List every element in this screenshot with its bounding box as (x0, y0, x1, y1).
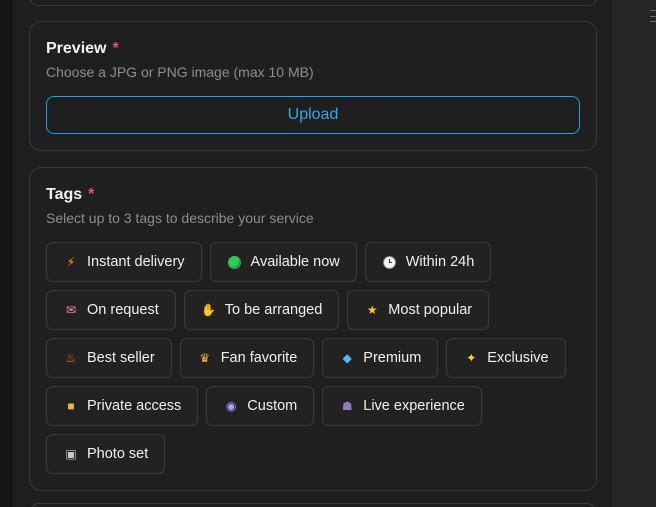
tag-custom[interactable]: ◉ Custom (206, 386, 315, 426)
tags-title: Tags * (46, 186, 94, 204)
handshake-icon: ✋ (201, 303, 217, 317)
preview-title: Preview * (46, 40, 119, 58)
tag-live-experience[interactable]: ☗ Live experience (322, 386, 482, 426)
green-dot-icon (227, 254, 243, 270)
tag-label: Within 24h (405, 254, 475, 270)
tag-private-access[interactable]: ■ Private access (46, 386, 199, 426)
clock-icon (382, 254, 398, 270)
tag-label: Custom (247, 398, 298, 414)
mask-icon: ☗ (341, 399, 353, 413)
right-sidebar (613, 0, 656, 507)
tag-label: Fan favorite (220, 350, 298, 366)
next-card (29, 503, 597, 507)
tag-photo-set[interactable]: ▣ Photo set (46, 434, 166, 474)
sparkles-icon: ✦ (466, 351, 477, 365)
tag-premium[interactable]: ◆ Premium (322, 338, 439, 378)
tag-label: Most popular (388, 302, 473, 318)
star-icon: ★ (366, 303, 378, 317)
tag-most-popular[interactable]: ★ Most popular (347, 290, 490, 330)
tag-label: Photo set (87, 446, 149, 462)
tag-label: On request (87, 302, 159, 318)
fire-icon: ♨ (65, 351, 77, 365)
tags-title-text: Tags (46, 186, 83, 203)
preview-card: Preview * Choose a JPG or PNG image (max … (29, 21, 597, 151)
tag-label: Available now (250, 254, 340, 270)
tag-instant-delivery[interactable]: ⚡ Instant delivery (46, 242, 202, 282)
left-gutter (0, 0, 13, 507)
crown-icon: ♛ (199, 351, 211, 365)
tag-label: Instant delivery (87, 254, 185, 270)
previous-card (29, 0, 597, 6)
lightning-icon: ⚡ (66, 255, 76, 269)
tags-card: Tags * Select up to 3 tags to describe yo… (29, 167, 597, 491)
required-mark: * (88, 186, 95, 203)
tag-available-now[interactable]: Available now (209, 242, 357, 282)
tag-list: ⚡ Instant delivery Available now Within … (46, 242, 586, 474)
tag-on-request[interactable]: ✉ On request (46, 290, 176, 330)
tag-fan-favorite[interactable]: ♛ Fan favorite (179, 338, 315, 378)
mailbox-icon: ✉ (65, 303, 77, 317)
tags-subtitle: Select up to 3 tags to describe your ser… (46, 210, 314, 226)
preview-subtitle: Choose a JPG or PNG image (max 10 MB) (46, 64, 314, 80)
tag-label: Best seller (87, 350, 155, 366)
tag-best-seller[interactable]: ♨ Best seller (46, 338, 172, 378)
preview-title-text: Preview (46, 40, 107, 57)
tag-label: Exclusive (487, 350, 549, 366)
tag-label: Premium (363, 350, 422, 366)
upload-button[interactable]: Upload (46, 96, 580, 134)
tag-label: Live experience (363, 398, 465, 414)
tag-label: Private access (87, 398, 182, 414)
tag-label: To be arranged (224, 302, 323, 318)
lock-icon: ■ (67, 399, 75, 413)
gem-icon: ◆ (342, 351, 352, 365)
camera-icon: ▣ (65, 447, 77, 461)
eye-icon: ◉ (226, 399, 237, 413)
tag-exclusive[interactable]: ✦ Exclusive (446, 338, 566, 378)
tag-within-24h[interactable]: Within 24h (364, 242, 492, 282)
tag-to-be-arranged[interactable]: ✋ To be arranged (183, 290, 340, 330)
menu-icon[interactable] (650, 10, 656, 22)
required-mark: * (112, 40, 119, 57)
